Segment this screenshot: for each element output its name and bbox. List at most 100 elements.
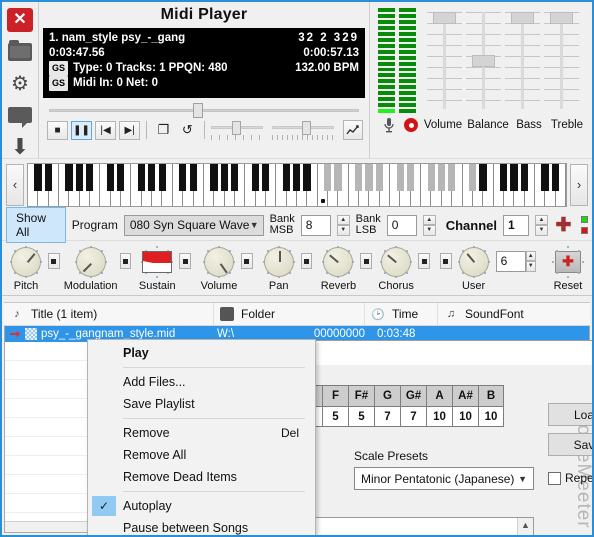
microphone-button[interactable] (378, 115, 400, 135)
program-select[interactable]: 080 Syn Square Wave ▼ (123, 214, 264, 236)
fader-balance[interactable] (464, 8, 503, 113)
open-folder-button[interactable] (5, 40, 35, 64)
knob-chorus-reset[interactable] (418, 253, 430, 269)
piano-black-key[interactable] (303, 163, 311, 191)
knob-volume[interactable]: Volume (199, 244, 239, 292)
bank-msb-input[interactable] (300, 214, 331, 236)
knob-pan[interactable]: Pan (259, 244, 299, 292)
fader-volume-thumb[interactable] (433, 12, 456, 24)
channel-spinner[interactable]: ▲ ▼ (535, 214, 548, 236)
bank-lsb-spinner[interactable]: ▲ ▼ (422, 214, 436, 236)
piano-black-key[interactable] (334, 163, 342, 191)
menu-item[interactable]: Remove Del (88, 422, 315, 444)
transpose-thumb[interactable] (302, 121, 312, 135)
dialog-textarea[interactable]: ▲ (302, 517, 534, 535)
user-enable-button[interactable] (439, 253, 452, 269)
piano-black-key[interactable] (179, 163, 187, 191)
menu-item[interactable]: Add Files... (88, 371, 315, 393)
knob-chorus-dial[interactable] (381, 246, 412, 277)
menu-item[interactable]: Play (88, 342, 315, 364)
knob-pitch[interactable]: Pitch (6, 244, 46, 292)
piano-black-key[interactable] (551, 163, 559, 191)
fader-volume[interactable] (425, 8, 464, 113)
settings-button[interactable]: ⚙ (5, 73, 35, 96)
seek-slider[interactable] (43, 102, 365, 118)
menu-item[interactable]: Pause between Songs (88, 517, 315, 535)
piano-black-key[interactable] (355, 163, 363, 191)
piano-keyboard[interactable] (27, 162, 567, 207)
load-settings-button[interactable]: Load S (548, 403, 592, 426)
channel-input[interactable] (503, 214, 530, 236)
bank-msb-spinner[interactable]: ▲ ▼ (336, 214, 350, 236)
piano-black-key[interactable] (520, 163, 528, 191)
download-button[interactable]: ⬇ (5, 135, 35, 159)
pause-button[interactable]: ❚❚ (71, 120, 93, 140)
fader-treble[interactable] (542, 8, 581, 113)
fader-bass[interactable] (503, 8, 542, 113)
bank-lsb-input[interactable] (386, 214, 417, 236)
save-settings-button[interactable]: Save S (548, 433, 592, 456)
textarea-scroll-up-icon[interactable]: ▲ (517, 518, 533, 535)
loop-button[interactable]: ❐ (153, 121, 174, 140)
user-value-input[interactable] (495, 250, 526, 272)
piano-black-key[interactable] (210, 163, 218, 191)
record-button[interactable] (400, 115, 422, 135)
menu-item[interactable]: ✓ Autoplay (88, 495, 315, 517)
piano-black-key[interactable] (396, 163, 404, 191)
note-value-cell[interactable]: 5 (348, 407, 374, 427)
knob-modulation-reset[interactable] (119, 253, 132, 269)
knob-chorus[interactable]: Chorus (376, 244, 416, 292)
previous-button[interactable]: |◀ (95, 120, 117, 140)
octave-prev-button[interactable]: ‹ (6, 163, 24, 206)
note-value-cell[interactable]: 7 (374, 407, 400, 427)
knob-pitch-dial[interactable] (11, 246, 41, 277)
piano-black-key[interactable] (158, 163, 166, 191)
note-value-cell[interactable]: 7 (400, 407, 426, 427)
piano-black-key[interactable] (189, 163, 197, 191)
piano-black-key[interactable] (251, 163, 259, 191)
piano-black-key[interactable] (541, 163, 549, 191)
piano-black-key[interactable] (75, 163, 84, 191)
next-button[interactable]: ▶| (119, 120, 141, 140)
column-header-title[interactable]: ♪ Title (1 item) (4, 303, 214, 325)
piano-black-key[interactable] (427, 163, 435, 191)
piano-black-key[interactable] (437, 163, 446, 191)
note-value-cell[interactable]: 10 (426, 407, 452, 427)
undo-button[interactable]: ↺ (177, 121, 198, 140)
knob-modulation[interactable]: Modulation (64, 244, 118, 292)
piano-black-key[interactable] (34, 163, 42, 191)
knob-pan-dial[interactable] (263, 246, 294, 277)
stop-button[interactable]: ■ (47, 120, 69, 140)
add-channel-button[interactable]: ✚ (554, 213, 573, 237)
octave-next-button[interactable]: › (570, 163, 588, 206)
knob-reverb-dial[interactable] (323, 246, 354, 277)
fader-treble-thumb[interactable] (550, 12, 573, 24)
knob-reverb-reset[interactable] (360, 253, 373, 269)
seek-thumb[interactable] (193, 103, 203, 118)
piano-black-key[interactable] (86, 163, 94, 191)
piano-black-key[interactable] (499, 163, 508, 191)
piano-black-key[interactable] (117, 163, 125, 191)
sustain-reset[interactable] (179, 253, 191, 269)
repeat-checkbox[interactable] (548, 471, 561, 485)
piano-black-key[interactable] (220, 163, 228, 191)
knob-volume-reset[interactable] (240, 253, 253, 269)
knob-user-dial[interactable] (458, 246, 489, 277)
knob-reverb[interactable]: Reverb (318, 244, 358, 292)
knob-pitch-reset[interactable] (48, 253, 60, 269)
scale-presets-select[interactable]: Minor Pentatonic (Japanese) ▼ (354, 467, 534, 490)
piano-black-key[interactable] (510, 163, 518, 191)
comment-button[interactable] (5, 104, 35, 129)
graph-button[interactable] (342, 120, 363, 140)
reset-control[interactable]: ✚ Reset (548, 244, 588, 292)
piano-black-key[interactable] (293, 163, 301, 191)
piano-black-key[interactable] (282, 163, 290, 191)
piano-black-key[interactable] (375, 163, 384, 191)
transpose-slider[interactable] (272, 120, 334, 140)
piano-black-key[interactable] (365, 163, 373, 191)
piano-black-key[interactable] (468, 163, 477, 191)
piano-black-key[interactable] (148, 163, 156, 191)
knob-volume-dial[interactable] (203, 246, 234, 277)
user-value-spinner[interactable]: ▲ ▼ (525, 250, 536, 272)
piano-black-key[interactable] (479, 163, 487, 191)
